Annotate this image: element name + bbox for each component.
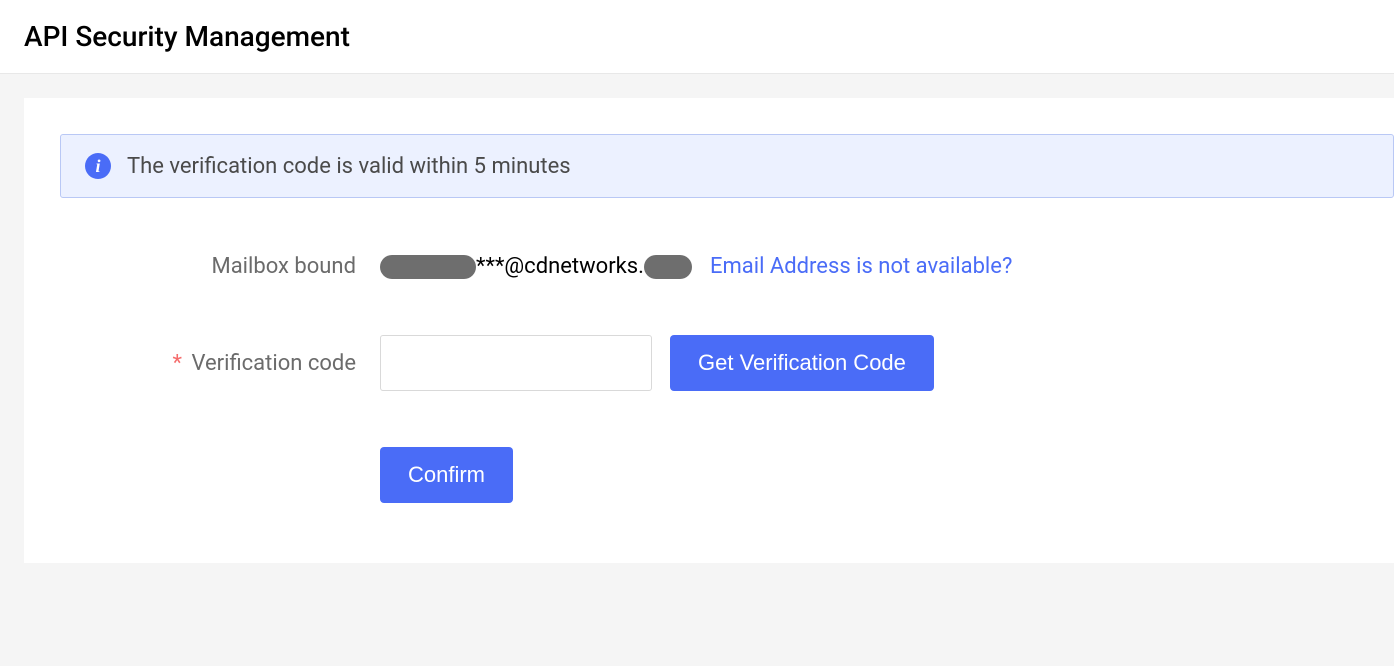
- verification-row: * Verification code Get Verification Cod…: [60, 335, 1394, 391]
- page-header: API Security Management: [0, 0, 1394, 74]
- verification-label-text: Verification code: [191, 351, 356, 376]
- verification-label: * Verification code: [60, 351, 380, 376]
- redacted-segment: [644, 255, 692, 279]
- email-masked-text: ***@cdnetworks.: [476, 254, 644, 279]
- info-icon: i: [85, 153, 111, 179]
- get-verification-code-button[interactable]: Get Verification Code: [670, 335, 934, 391]
- content-wrapper: i The verification code is valid within …: [0, 74, 1394, 563]
- mailbox-label: Mailbox bound: [60, 254, 380, 279]
- email-unavailable-link[interactable]: Email Address is not available?: [710, 254, 1012, 279]
- main-panel: i The verification code is valid within …: [24, 98, 1394, 563]
- verification-code-input[interactable]: [380, 335, 652, 391]
- alert-message: The verification code is valid within 5 …: [127, 154, 571, 179]
- mailbox-row: Mailbox bound ***@cdnetworks. Email Addr…: [60, 254, 1394, 279]
- info-alert: i The verification code is valid within …: [60, 134, 1394, 198]
- redacted-segment: [380, 255, 476, 279]
- verification-controls: Get Verification Code: [380, 335, 934, 391]
- confirm-button[interactable]: Confirm: [380, 447, 513, 503]
- page-title: API Security Management: [24, 20, 1370, 53]
- confirm-row: Confirm: [60, 447, 1394, 503]
- required-asterisk: *: [173, 351, 182, 376]
- mailbox-value: ***@cdnetworks. Email Address is not ava…: [380, 254, 1012, 279]
- bound-email: ***@cdnetworks.: [380, 254, 692, 279]
